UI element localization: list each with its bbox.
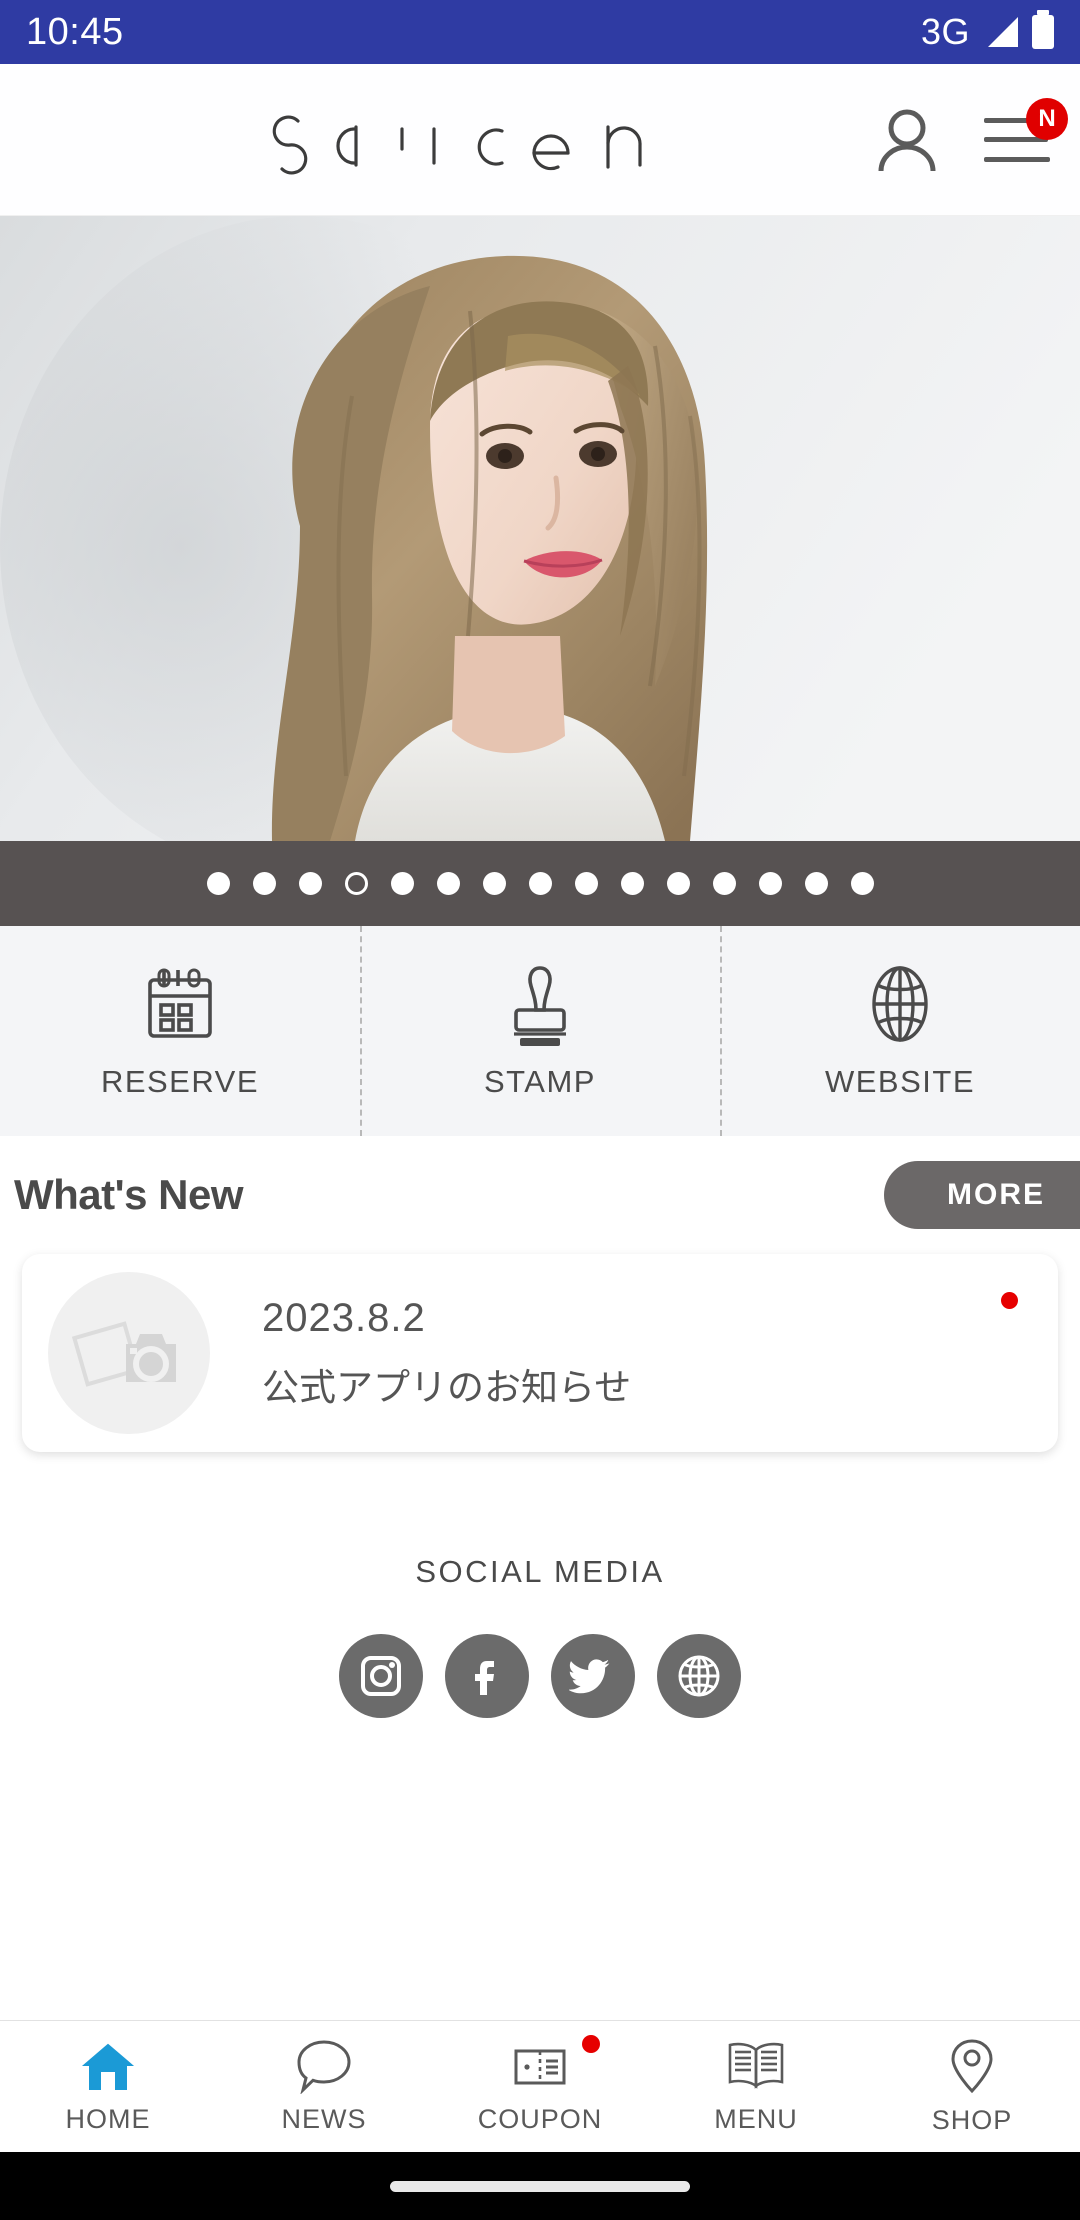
nav-label: HOME xyxy=(65,2104,151,2134)
nav-label: NEWS xyxy=(281,2104,367,2134)
menu-button[interactable]: N xyxy=(984,97,1068,162)
home-icon xyxy=(79,2041,137,2090)
carousel-dot[interactable] xyxy=(758,872,782,895)
nav-item-menu[interactable]: MENU xyxy=(648,2021,864,2152)
social-link-twitter[interactable] xyxy=(551,1634,635,1718)
nav-item-shop[interactable]: SHOP xyxy=(864,2021,1080,2152)
carousel-dot[interactable] xyxy=(804,872,828,895)
carousel-dot[interactable] xyxy=(344,872,368,895)
carousel-dot[interactable] xyxy=(390,872,414,895)
system-gesture-bar xyxy=(0,2152,1080,2220)
quick-action-label: STAMP xyxy=(484,1064,596,1099)
social-link-instagram[interactable] xyxy=(339,1634,423,1718)
whats-new-more-button[interactable]: MORE xyxy=(884,1161,1080,1229)
nav-item-home[interactable]: HOME xyxy=(0,2021,216,2152)
news-item-card[interactable]: 2023.8.2 公式アプリのお知らせ xyxy=(22,1254,1058,1452)
status-bar: 10:45 3G xyxy=(0,0,1080,64)
nav-label: COUPON xyxy=(477,2104,603,2134)
quick-action-website[interactable]: WEBSITE xyxy=(720,926,1080,1136)
nav-item-coupon[interactable]: COUPON xyxy=(432,2021,648,2152)
menu-notification-badge: N xyxy=(1026,97,1068,140)
gesture-pill[interactable] xyxy=(390,2180,690,2192)
globe-icon xyxy=(678,1655,720,1697)
person-icon xyxy=(878,109,936,171)
nav-item-news[interactable]: NEWS xyxy=(216,2021,432,2152)
carousel-dot[interactable] xyxy=(252,872,276,895)
carousel-dot[interactable] xyxy=(712,872,736,895)
app-header: N xyxy=(0,64,1080,216)
carousel-dot[interactable] xyxy=(298,872,322,895)
stamp-icon xyxy=(514,966,566,1046)
news-item-text: 2023.8.2 公式アプリのお知らせ xyxy=(262,1296,631,1411)
carousel-dot[interactable] xyxy=(574,872,598,895)
saucer-logo[interactable] xyxy=(262,105,682,175)
photo-camera-placeholder-icon xyxy=(71,1321,176,1387)
quick-action-label: RESERVE xyxy=(100,1064,260,1099)
quick-action-stamp[interactable]: STAMP xyxy=(360,926,720,1136)
quick-actions-bar: RESERVE STAMP WEBSITE xyxy=(0,926,1080,1136)
whats-new-list: 2023.8.2 公式アプリのお知らせ xyxy=(0,1254,1080,1484)
carousel-dot[interactable] xyxy=(850,872,874,895)
social-link-website[interactable] xyxy=(657,1634,741,1718)
instagram-icon xyxy=(361,1656,401,1696)
hero-carousel[interactable] xyxy=(0,216,1080,841)
news-item-title: 公式アプリのお知らせ xyxy=(262,1366,632,1408)
carousel-dot[interactable] xyxy=(482,872,506,895)
social-media-heading: SOCIAL MEDIA xyxy=(415,1554,665,1589)
header-icons: N xyxy=(876,97,1068,173)
carousel-dot[interactable] xyxy=(620,872,644,895)
status-bar-indicators: 3G xyxy=(920,10,1054,53)
social-media-links xyxy=(339,1634,741,1718)
app-root: 10:45 3G N RESERVE STAMP WEBSITE What's … xyxy=(0,0,1080,2220)
hero-image-hair-model xyxy=(0,216,1080,841)
twitter-icon xyxy=(569,1659,610,1694)
quick-action-label: WEBSITE xyxy=(824,1064,975,1099)
section-title-whats-new: What's New xyxy=(14,1171,244,1218)
facebook-icon xyxy=(475,1661,494,1695)
calendar-icon xyxy=(148,968,212,1038)
battery-full-icon xyxy=(1032,10,1054,49)
bottom-navigation: HOME NEWS COUPON MENU SHOP xyxy=(0,2020,1080,2152)
carousel-dot[interactable] xyxy=(206,872,230,895)
carousel-dot[interactable] xyxy=(666,872,690,895)
open-book-icon xyxy=(728,2042,784,2089)
whats-new-header: What's New MORE xyxy=(0,1136,1080,1254)
social-link-facebook[interactable] xyxy=(445,1634,529,1718)
carousel-dot[interactable] xyxy=(528,872,552,895)
account-button[interactable] xyxy=(876,107,938,173)
map-pin-icon xyxy=(951,2039,993,2094)
carousel-indicator[interactable] xyxy=(0,841,1080,926)
social-media-section: SOCIAL MEDIA xyxy=(0,1484,1080,2020)
ticket-icon xyxy=(514,2049,566,2085)
globe-icon xyxy=(872,966,928,1042)
coupon-notification-badge xyxy=(582,2035,600,2053)
quick-action-reserve[interactable]: RESERVE xyxy=(0,926,360,1136)
news-unread-badge xyxy=(1001,1292,1018,1309)
nav-label: SHOP xyxy=(931,2105,1013,2135)
signal-triangle-icon xyxy=(988,17,1018,47)
carousel-dot[interactable] xyxy=(436,872,460,895)
speech-bubble-icon xyxy=(297,2040,351,2094)
nav-label: MENU xyxy=(714,2104,798,2134)
news-item-date: 2023.8.2 xyxy=(262,1295,426,1340)
network-type-label: 3G xyxy=(920,11,970,52)
news-thumbnail xyxy=(48,1272,210,1434)
status-bar-time: 10:45 xyxy=(26,10,124,53)
